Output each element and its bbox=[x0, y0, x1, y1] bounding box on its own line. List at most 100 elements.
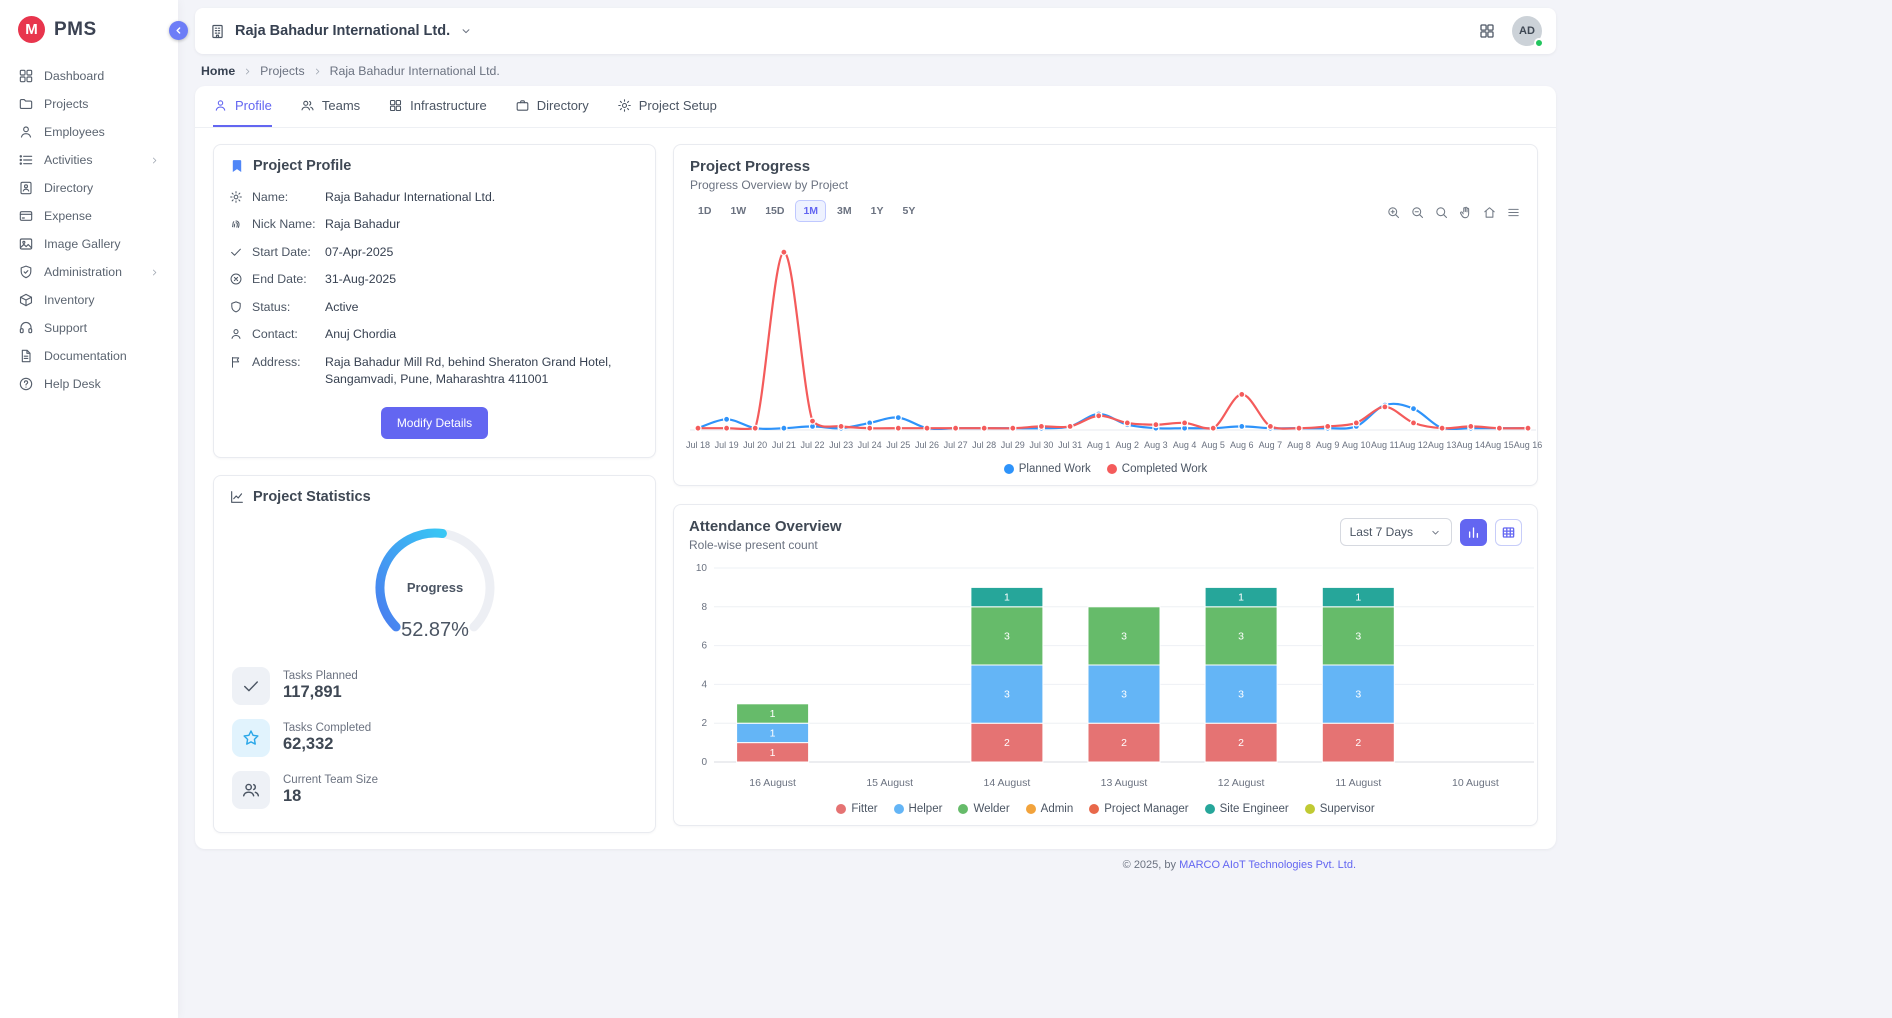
range-button-1w[interactable]: 1W bbox=[722, 200, 754, 222]
svg-text:14 August: 14 August bbox=[984, 777, 1031, 789]
legend-item-fitter[interactable]: Fitter bbox=[836, 803, 877, 815]
modify-details-button[interactable]: Modify Details bbox=[381, 407, 488, 439]
gear-icon bbox=[617, 98, 632, 113]
legend-label: Supervisor bbox=[1320, 803, 1375, 815]
stat-texts: Tasks Planned117,891 bbox=[283, 670, 358, 702]
legend-item-supervisor[interactable]: Supervisor bbox=[1305, 803, 1375, 815]
sidebar-item-help-desk[interactable]: Help Desk bbox=[10, 371, 168, 397]
tab-teams[interactable]: Teams bbox=[300, 86, 360, 127]
chart-view-button[interactable] bbox=[1460, 519, 1487, 546]
breadcrumb-item[interactable]: Projects bbox=[260, 64, 304, 78]
app-logo: M PMS bbox=[0, 0, 178, 57]
breadcrumb-item[interactable]: Home bbox=[201, 64, 235, 78]
home-button[interactable] bbox=[1482, 205, 1497, 220]
footer-text: © 2025, by bbox=[1123, 859, 1176, 871]
legend-item-project-manager[interactable]: Project Manager bbox=[1089, 803, 1188, 815]
svg-text:Aug 15: Aug 15 bbox=[1485, 440, 1514, 450]
project-statistics-header: Project Statistics bbox=[214, 476, 655, 514]
range-button-3m[interactable]: 3M bbox=[829, 200, 860, 222]
project-statistics-card: Project Statistics Progress 52.87% Tasks… bbox=[213, 475, 656, 833]
zoom-out-button[interactable] bbox=[1410, 205, 1425, 220]
range-buttons: 1D1W15D1M3M1Y5Y bbox=[690, 200, 923, 222]
selection-zoom-button[interactable] bbox=[1434, 205, 1449, 220]
legend-label: Project Manager bbox=[1104, 803, 1188, 815]
sidebar-item-inventory[interactable]: Inventory bbox=[10, 287, 168, 313]
profile-field-status: Status:Active bbox=[214, 293, 655, 321]
pan-button[interactable] bbox=[1458, 205, 1473, 220]
sidebar: M PMS DashboardProjectsEmployeesActiviti… bbox=[0, 0, 178, 1018]
stat-label: Current Team Size bbox=[283, 774, 378, 786]
content-container: Profile Teams Infrastructure Directory Proje… bbox=[195, 86, 1556, 849]
sidebar-item-expense[interactable]: Expense bbox=[10, 203, 168, 229]
grid-apps-icon bbox=[1478, 22, 1496, 40]
sidebar-item-documentation[interactable]: Documentation bbox=[10, 343, 168, 369]
zoom-in-button[interactable] bbox=[1386, 205, 1401, 220]
sidebar-item-image-gallery[interactable]: Image Gallery bbox=[10, 231, 168, 257]
legend-marker bbox=[894, 804, 904, 814]
attendance-header: Attendance Overview Role-wise present co… bbox=[674, 505, 1537, 556]
svg-text:Jul 26: Jul 26 bbox=[915, 440, 939, 450]
sidebar-collapse-button[interactable] bbox=[169, 21, 188, 40]
sidebar-item-dashboard[interactable]: Dashboard bbox=[10, 63, 168, 89]
range-button-5y[interactable]: 5Y bbox=[894, 200, 923, 222]
left-column: Project Profile Name:Raja Bahadur Intern… bbox=[213, 144, 656, 833]
content-grid: Project Profile Name:Raja Bahadur Intern… bbox=[195, 128, 1556, 849]
fingerprint-icon bbox=[229, 217, 243, 231]
legend-item-welder[interactable]: Welder bbox=[958, 803, 1009, 815]
sidebar-item-employees[interactable]: Employees bbox=[10, 119, 168, 145]
stat-tasks-completed: Tasks Completed62,332 bbox=[220, 712, 649, 764]
range-button-1d[interactable]: 1D bbox=[690, 200, 719, 222]
tab-infrastructure[interactable]: Infrastructure bbox=[388, 86, 487, 127]
chevron-right-icon bbox=[312, 66, 323, 77]
company-selector[interactable]: Raja Bahadur International Ltd. bbox=[209, 23, 473, 40]
stat-value: 18 bbox=[283, 787, 378, 806]
svg-text:Aug 9: Aug 9 bbox=[1316, 440, 1340, 450]
legend-item-planned-work[interactable]: Planned Work bbox=[1004, 463, 1091, 475]
legend-item-helper[interactable]: Helper bbox=[894, 803, 943, 815]
sidebar-item-support[interactable]: Support bbox=[10, 315, 168, 341]
attendance-range-select[interactable]: Last 7 Days bbox=[1340, 518, 1452, 546]
attendance-chart[interactable]: 024681011116 August15 August233114 Augus… bbox=[674, 556, 1537, 799]
range-row: 1D1W15D1M3M1Y5Y bbox=[674, 194, 1537, 222]
range-button-1m[interactable]: 1M bbox=[795, 200, 826, 222]
legend-label: Site Engineer bbox=[1220, 803, 1289, 815]
bookmark-icon bbox=[229, 158, 245, 174]
tab-directory[interactable]: Directory bbox=[515, 86, 589, 127]
chevron-down-icon bbox=[1429, 526, 1442, 539]
legend-marker bbox=[836, 804, 846, 814]
legend-item-admin[interactable]: Admin bbox=[1026, 803, 1074, 815]
svg-text:2: 2 bbox=[1121, 737, 1127, 749]
progress-chart[interactable]: Jul 18Jul 19Jul 20Jul 21Jul 22Jul 23Jul … bbox=[674, 222, 1537, 459]
sidebar-item-directory[interactable]: Directory bbox=[10, 175, 168, 201]
user-icon bbox=[229, 327, 243, 341]
legend-item-site-engineer[interactable]: Site Engineer bbox=[1205, 803, 1289, 815]
sidebar-item-administration[interactable]: Administration bbox=[10, 259, 168, 285]
footer-link[interactable]: MARCO AIoT Technologies Pvt. Ltd. bbox=[1179, 859, 1356, 871]
menu-button[interactable] bbox=[1506, 205, 1521, 220]
svg-text:Jul 21: Jul 21 bbox=[772, 440, 796, 450]
field-label: Name: bbox=[252, 189, 316, 206]
svg-text:11 August: 11 August bbox=[1335, 777, 1381, 789]
svg-text:10 August: 10 August bbox=[1452, 777, 1499, 789]
stat-list: Tasks Planned117,891 Tasks Completed62,33… bbox=[214, 656, 655, 832]
sidebar-item-activities[interactable]: Activities bbox=[10, 147, 168, 173]
table-view-button[interactable] bbox=[1495, 519, 1522, 546]
svg-text:12 August: 12 August bbox=[1218, 777, 1265, 789]
tab-project-setup[interactable]: Project Setup bbox=[617, 86, 717, 127]
svg-text:Aug 5: Aug 5 bbox=[1201, 440, 1225, 450]
attendance-title: Attendance Overview bbox=[689, 518, 842, 535]
svg-text:1: 1 bbox=[770, 747, 776, 759]
tab-profile[interactable]: Profile bbox=[213, 86, 272, 127]
svg-text:2: 2 bbox=[1355, 737, 1361, 749]
field-label: Contact: bbox=[252, 326, 316, 343]
field-label: End Date: bbox=[252, 271, 316, 288]
legend-item-completed-work[interactable]: Completed Work bbox=[1107, 463, 1207, 475]
avatar[interactable]: AD bbox=[1512, 16, 1542, 46]
range-button-1y[interactable]: 1Y bbox=[863, 200, 892, 222]
range-button-15d[interactable]: 15D bbox=[757, 200, 792, 222]
stat-label: Tasks Planned bbox=[283, 670, 358, 682]
apps-grid-button[interactable] bbox=[1478, 22, 1496, 40]
sidebar-item-projects[interactable]: Projects bbox=[10, 91, 168, 117]
legend-label: Welder bbox=[973, 803, 1009, 815]
chart-line-icon bbox=[229, 489, 245, 505]
